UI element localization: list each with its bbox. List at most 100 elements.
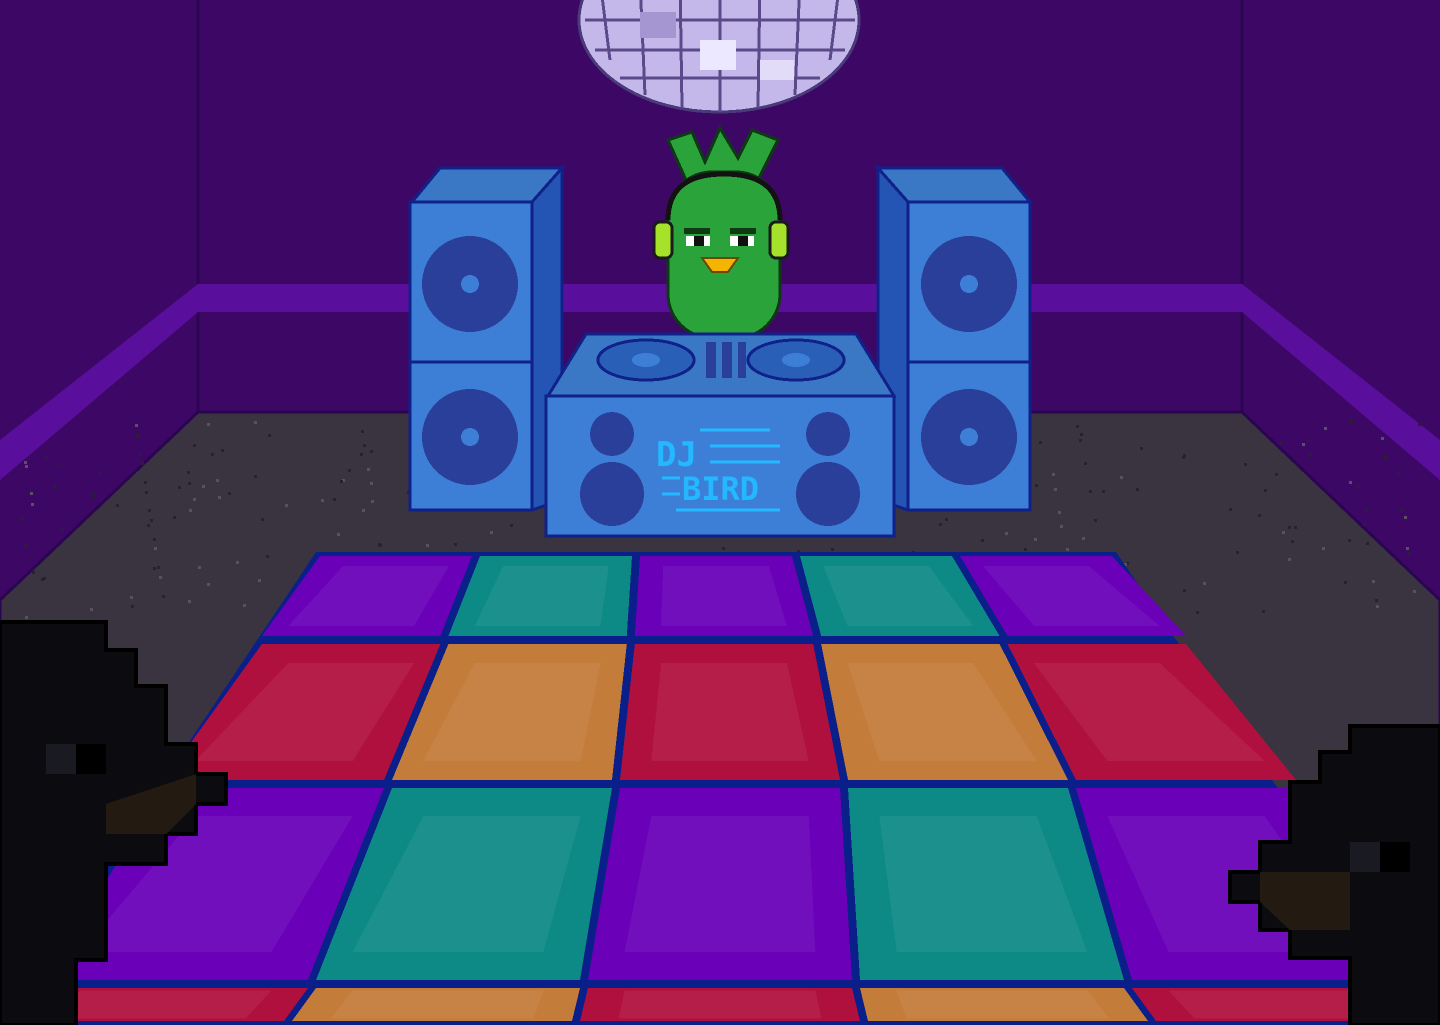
carpet-speck: [24, 461, 27, 464]
carpet-speck: [1264, 489, 1267, 492]
carpet-speck: [333, 498, 336, 501]
carpet-speck: [1058, 511, 1061, 514]
carpet-speck: [1034, 538, 1037, 541]
carpet-speck: [1229, 508, 1232, 511]
carpet-speck: [45, 457, 48, 460]
dance-floor-tile-glow: [661, 566, 787, 626]
carpet-speck: [1280, 441, 1283, 444]
carpet-speck: [337, 533, 340, 536]
carpet-speck: [1365, 508, 1368, 511]
carpet-speck: [187, 471, 190, 474]
carpet-speck: [1060, 525, 1063, 528]
carpet-speck: [61, 527, 64, 530]
carpet-speck: [1291, 540, 1294, 543]
carpet-speck: [154, 547, 157, 550]
carpet-speck: [202, 485, 205, 488]
carpet-speck: [1079, 439, 1082, 442]
carpet-speck: [1182, 456, 1185, 459]
carpet-speck: [25, 616, 28, 619]
carpet-speck: [188, 482, 191, 485]
carpet-speck: [1357, 485, 1360, 488]
carpet-speck: [41, 578, 44, 581]
carpet-speck: [1089, 490, 1092, 493]
carpet-speck: [1350, 420, 1353, 423]
carpet-speck: [1236, 551, 1239, 554]
carpet-speck: [145, 491, 148, 494]
carpet-speck: [92, 494, 95, 497]
carpet-speck: [1288, 558, 1291, 561]
carpet-speck: [32, 571, 35, 574]
carpet-speck: [1397, 473, 1400, 476]
carpet-speck: [981, 539, 984, 542]
speaker-right: [874, 164, 1034, 513]
carpet-speck: [340, 480, 343, 483]
carpet-speck: [361, 430, 364, 433]
carpet-speck: [136, 434, 139, 437]
carpet-speck: [360, 453, 363, 456]
carpet-speck: [216, 479, 219, 482]
carpet-speck: [1413, 590, 1416, 593]
carpet-speck: [1349, 481, 1352, 484]
carpet-speck: [130, 596, 133, 599]
dance-floor-tile-glow: [896, 990, 1110, 1019]
carpet-speck: [153, 567, 156, 570]
carpet-speck: [159, 576, 162, 579]
carpet-speck: [945, 518, 948, 521]
carpet-speck: [1136, 488, 1139, 491]
carpet-speck: [1066, 548, 1069, 551]
dance-floor-tile-glow: [618, 990, 822, 1019]
carpet-speck: [831, 548, 834, 551]
carpet-speck: [1418, 423, 1421, 426]
carpet-speck: [207, 583, 210, 586]
carpet-speck: [153, 538, 156, 541]
carpet-speck: [1082, 537, 1085, 540]
carpet-speck: [1400, 509, 1403, 512]
carpet-speck: [1282, 531, 1285, 534]
carpet-speck: [57, 463, 60, 466]
carpet-speck: [285, 504, 288, 507]
carpet-speck: [1102, 490, 1105, 493]
carpet-speck: [1005, 532, 1008, 535]
carpet-speck: [1275, 473, 1278, 476]
carpet-speck: [379, 544, 382, 547]
carpet-speck: [1384, 456, 1387, 459]
carpet-speck: [1294, 526, 1297, 529]
carpet-speck: [228, 492, 231, 495]
carpet-speck: [1052, 473, 1055, 476]
carpet-speck: [261, 518, 264, 521]
dance-floor-tile-glow: [624, 816, 816, 952]
carpet-speck: [20, 517, 23, 520]
booth-logo-line2: BIRD: [682, 470, 759, 508]
carpet-speck: [1084, 462, 1087, 465]
carpet-speck: [198, 566, 201, 569]
carpet-speck: [254, 475, 257, 478]
mixer-sliders: [706, 342, 746, 378]
carpet-speck: [266, 555, 269, 558]
carpet-speck: [90, 608, 93, 611]
carpet-speck: [1363, 523, 1366, 526]
carpet-speck: [218, 496, 221, 499]
dance-floor-tile-glow: [330, 990, 544, 1019]
carpet-speck: [221, 449, 224, 452]
carpet-speck: [135, 424, 138, 427]
carpet-speck: [211, 453, 214, 456]
carpet-speck: [148, 509, 151, 512]
carpet-speck: [1076, 425, 1079, 428]
carpet-speck: [1258, 514, 1261, 517]
carpet-speck: [939, 523, 942, 526]
carpet-speck: [189, 509, 192, 512]
carpet-speck: [1054, 488, 1057, 491]
carpet-speck: [1302, 443, 1305, 446]
carpet-speck: [1322, 547, 1325, 550]
carpet-speck: [188, 600, 191, 603]
carpet-speck: [370, 450, 373, 453]
carpet-speck: [1366, 542, 1369, 545]
dance-floor-tile-glow: [651, 663, 809, 761]
carpet-speck: [1307, 439, 1310, 442]
carpet-speck: [1244, 463, 1247, 466]
carpet-speck: [426, 544, 429, 547]
carpet-speck: [178, 486, 181, 489]
carpet-speck: [1288, 526, 1291, 529]
dance-club-scene: DJ BIRD: [0, 0, 1440, 1025]
carpet-speck: [370, 482, 373, 485]
